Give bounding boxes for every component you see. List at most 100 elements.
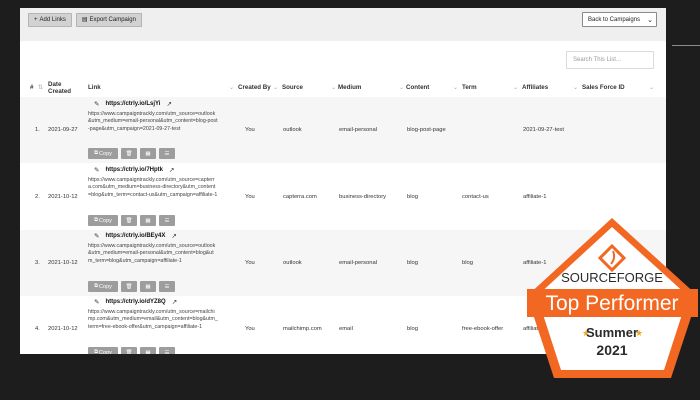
badge-title: Top Performer	[545, 292, 678, 315]
short-url[interactable]: https://ctrly.io/7Hptk	[105, 167, 163, 173]
copy-label: Copy	[99, 349, 112, 355]
medium: business-directory	[339, 194, 387, 200]
qr-code-icon: ▦	[145, 150, 151, 157]
created-by: You	[245, 326, 255, 332]
term: free-ebook-offer	[462, 326, 504, 332]
sort-chevron-icon: ⌄	[398, 85, 404, 91]
back-to-campaigns-select[interactable]: Back to Campaigns ⌄	[582, 12, 657, 27]
sort-chevron-icon: ⌄	[512, 85, 518, 91]
sourceforge-top-performer-badge: SOURCEFORGE Top Performer ★ Summer ★ 202…	[527, 218, 698, 378]
row-index: 4.	[35, 326, 40, 332]
badge-brand: SOURCEFORGE	[561, 270, 663, 285]
delete-button[interactable]: 🗑	[121, 281, 137, 292]
table-header: # ⇅ Date Created Link ⌄ Created By ⌄ Sourc…	[20, 79, 666, 96]
chart-icon[interactable]: ↗	[166, 100, 171, 108]
qr-code-button[interactable]: ▦	[140, 148, 156, 159]
chart-icon[interactable]: ↗	[169, 166, 174, 174]
medium: email-personal	[339, 260, 378, 266]
edit-icon[interactable]: ✎	[94, 100, 99, 108]
short-link: ✎ https://ctrly.io/BEy4X ↗	[94, 232, 177, 240]
add-links-label: Add Links	[39, 16, 66, 23]
qr-code-icon: ▦	[145, 217, 151, 224]
star-icon: ★	[635, 328, 643, 338]
copy-label: Copy	[99, 217, 112, 224]
trash-icon: 🗑	[125, 283, 133, 290]
row-actions: ⧉ Copy 🗑 ▦ ☰	[88, 281, 175, 292]
col-num-sort[interactable]: ⇅	[38, 79, 46, 96]
sort-chevron-icon: ⌄	[648, 85, 654, 91]
col-created-by[interactable]: Created By ⌄	[238, 79, 280, 96]
divider-line	[672, 45, 700, 46]
row-index: 2.	[35, 194, 40, 200]
row-date: 2021-09-27	[48, 127, 78, 133]
long-url: https://www.campaigntrackly.com/utm_sour…	[88, 177, 218, 198]
stack-button[interactable]: ☰	[159, 347, 175, 354]
short-link: ✎ https://ctrly.io/LsjYi ↗	[94, 100, 172, 108]
short-url[interactable]: https://ctrly.io/dYZ8Q	[105, 299, 165, 305]
col-source[interactable]: Source ⌄	[282, 79, 338, 96]
col-content[interactable]: Content ⌄	[406, 79, 460, 96]
edit-icon[interactable]: ✎	[94, 166, 99, 174]
col-date-label: Date Created	[48, 80, 72, 95]
stack-icon: ☰	[164, 150, 170, 157]
export-campaign-label: Export Campaign	[89, 16, 136, 23]
source: capterra.com	[283, 194, 317, 200]
sort-chevron-icon: ⌄	[330, 85, 336, 91]
source: mailchimp.com	[283, 326, 322, 332]
stack-button[interactable]: ☰	[159, 215, 175, 226]
col-term[interactable]: Term ⌄	[462, 79, 520, 96]
delete-button[interactable]: 🗑	[121, 215, 137, 226]
row-date: 2021-10-12	[48, 260, 78, 266]
col-created-by-label: Created By	[238, 84, 271, 91]
sort-icon: ⇅	[38, 84, 44, 91]
term: contact-us	[462, 194, 489, 200]
copy-button[interactable]: ⧉ Copy	[88, 347, 118, 354]
short-url[interactable]: https://ctrly.io/LsjYi	[105, 101, 160, 107]
qr-code-button[interactable]: ▦	[140, 281, 156, 292]
created-by: You	[245, 127, 255, 133]
chevron-down-icon: ⌄	[647, 16, 653, 24]
stack-button[interactable]: ☰	[159, 148, 175, 159]
edit-icon[interactable]: ✎	[94, 298, 99, 306]
sort-chevron-icon: ⌄	[452, 85, 458, 91]
short-url[interactable]: https://ctrly.io/BEy4X	[105, 233, 165, 239]
col-medium[interactable]: Medium ⌄	[338, 79, 406, 96]
add-links-button[interactable]: + Add Links	[28, 13, 72, 27]
chart-icon[interactable]: ↗	[172, 298, 177, 306]
edit-icon[interactable]: ✎	[94, 232, 99, 240]
copy-button[interactable]: ⧉ Copy	[88, 281, 118, 292]
col-link[interactable]: Link ⌄	[88, 79, 236, 96]
stack-button[interactable]: ☰	[159, 281, 175, 292]
qr-code-icon: ▦	[145, 283, 151, 290]
row-index: 3.	[35, 260, 40, 266]
plus-icon: +	[34, 16, 38, 23]
trash-icon: 🗑	[125, 150, 133, 157]
short-link: ✎ https://ctrly.io/dYZ8Q ↗	[94, 298, 177, 306]
affiliates: 2021-09-27-test	[523, 127, 564, 133]
row-actions: ⧉ Copy 🗑 ▦ ☰	[88, 347, 175, 354]
col-affiliates-label: Affiliates	[522, 84, 549, 91]
chart-icon[interactable]: ↗	[171, 232, 176, 240]
col-num[interactable]: #	[30, 79, 38, 96]
content: blog	[407, 194, 418, 200]
created-by: You	[245, 260, 255, 266]
term: blog	[462, 260, 473, 266]
delete-button[interactable]: 🗑	[121, 148, 137, 159]
copy-icon: ⧉	[94, 283, 99, 289]
stack-icon: ☰	[164, 217, 170, 224]
qr-code-button[interactable]: ▦	[140, 215, 156, 226]
stack-icon: ☰	[164, 349, 170, 355]
source: outlook	[283, 260, 302, 266]
copy-button[interactable]: ⧉ Copy	[88, 215, 118, 226]
copy-button[interactable]: ⧉ Copy	[88, 148, 118, 159]
qr-code-icon: ▦	[145, 349, 151, 355]
delete-button[interactable]: 🗑	[121, 347, 137, 354]
export-campaign-button[interactable]: ▤ Export Campaign	[75, 13, 142, 27]
col-sales-force-id[interactable]: Sales Force ID ⌄	[582, 79, 656, 96]
col-date[interactable]: Date Created	[48, 79, 88, 96]
row-actions: ⧉ Copy 🗑 ▦ ☰	[88, 215, 175, 226]
content: blog-post-page	[407, 127, 446, 133]
col-affiliates[interactable]: Affiliates ⌄	[522, 79, 580, 96]
search-input[interactable]: Search This List...	[566, 51, 654, 69]
qr-code-button[interactable]: ▦	[140, 347, 156, 354]
